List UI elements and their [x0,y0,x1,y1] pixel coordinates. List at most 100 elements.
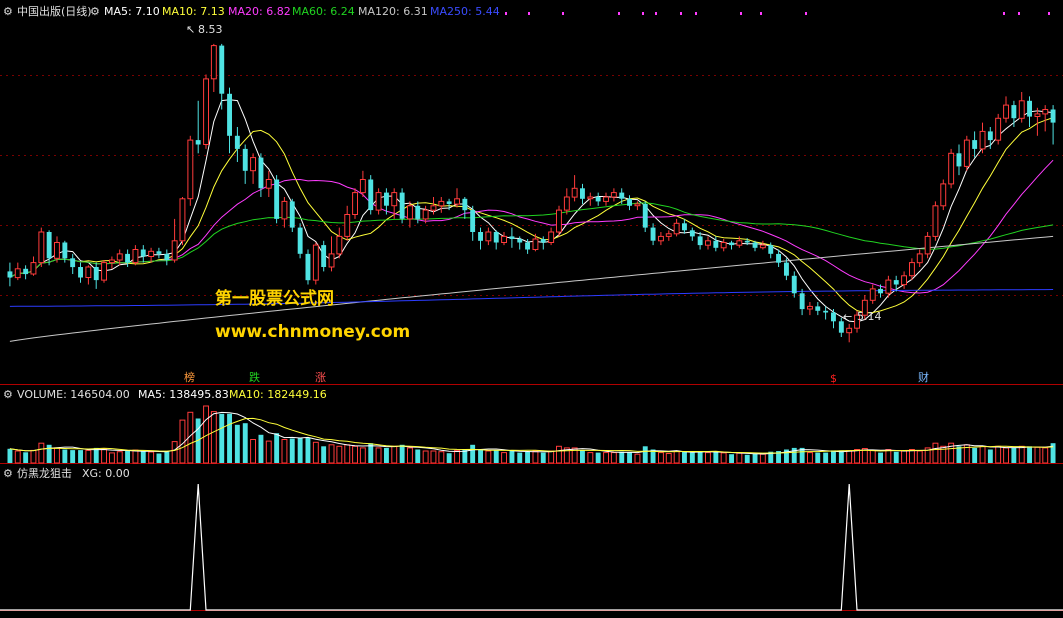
volume-bar-down[interactable] [540,452,546,463]
candle-body-up[interactable] [1034,113,1041,118]
volume-bar-down[interactable] [70,450,76,463]
candle-body-up[interactable] [132,249,139,264]
candle-body-down[interactable] [289,201,295,228]
volume-bar-down[interactable] [1027,446,1032,463]
volume-bar-up[interactable] [807,452,813,464]
candle-body-up[interactable] [344,214,351,237]
candle-body-down[interactable] [815,306,821,311]
candle-body-down[interactable] [258,157,264,189]
candle-body-up[interactable] [720,242,727,249]
volume-bar-down[interactable] [893,451,899,463]
volume-bar-up[interactable] [430,450,437,464]
volume-bar-up[interactable] [407,447,413,464]
candle-body-up[interactable] [38,231,45,264]
candle-body-down[interactable] [156,251,162,254]
candle-body-down[interactable] [619,192,625,199]
volume-bar-up[interactable] [109,452,115,464]
candle-body-up[interactable] [869,288,876,301]
volume-bar-down[interactable] [752,453,758,464]
volume-bar-down[interactable] [384,447,389,463]
volume-bar-up[interactable] [344,444,351,464]
volume-bar-down[interactable] [580,450,585,463]
volume-bar-up[interactable] [634,453,641,464]
volume-bar-up[interactable] [909,449,915,464]
candle-body-down[interactable] [1027,100,1032,117]
candle-body-up[interactable] [101,262,107,281]
volume-bar-up[interactable] [101,448,107,464]
candle-body-down[interactable] [689,230,695,237]
volume-bar-down[interactable] [627,452,632,463]
candle-body-down[interactable] [7,271,13,278]
candle-body-down[interactable] [956,153,962,167]
mark-zhang[interactable]: 涨 [315,371,326,384]
volume-bar-down[interactable] [831,450,836,463]
candle-body-up[interactable] [438,200,445,207]
volume-bar-up[interactable] [995,445,1002,464]
volume-bar-up[interactable] [673,450,680,464]
volume-bar-down[interactable] [697,451,703,463]
candle-body-up[interactable] [532,238,539,250]
candle-body-up[interactable] [658,235,664,242]
volume-bar-down[interactable] [956,446,962,463]
candle-body-up[interactable] [705,240,711,246]
candle-body-up[interactable] [759,244,766,249]
candle-body-up[interactable] [948,152,955,185]
candle-body-up[interactable] [673,222,680,235]
volume-bar-down[interactable] [619,451,625,463]
candle-body-down[interactable] [1011,105,1017,119]
volume-bar-up[interactable] [148,451,155,464]
volume-bar-down[interactable] [838,450,844,463]
volume-bar-down[interactable] [478,449,483,464]
volume-bar-down[interactable] [93,447,99,463]
gear-icon[interactable]: ⚙ [3,5,13,18]
volume-bar-up[interactable] [352,445,359,464]
volume-bar-down[interactable] [493,450,499,463]
candle-body-down[interactable] [384,192,389,206]
candle-body-up[interactable] [963,139,970,167]
volume-bar-up[interactable] [438,451,445,464]
candle-body-down[interactable] [305,253,311,281]
volume-bar-up[interactable] [665,453,672,464]
candle-body-down[interactable] [242,148,248,171]
candle-body-up[interactable] [501,235,508,243]
candle-body-down[interactable] [517,239,523,243]
candle-body-up[interactable] [85,266,92,278]
candle-body-down[interactable] [697,236,703,246]
candle-body-down[interactable] [838,321,844,333]
volume-bar-down[interactable] [713,452,719,463]
candle-body-down[interactable] [415,205,421,219]
candle-body-up[interactable] [901,275,907,286]
volume-bar-up[interactable] [485,450,492,464]
volume-bar-down[interactable] [642,446,648,463]
candle-body-up[interactable] [485,231,492,242]
mark-dollar[interactable]: $ [830,372,837,385]
candle-body-down[interactable] [642,204,648,228]
volume-bar-down[interactable] [972,447,978,463]
mark-bang[interactable]: 榜 [184,370,195,384]
candle-body-down[interactable] [399,192,405,219]
volume-bar-down[interactable] [1011,447,1017,463]
candle-body-down[interactable] [219,45,225,94]
candle-body-up[interactable] [430,205,437,211]
candle-body-up[interactable] [171,240,178,261]
candle-body-down[interactable] [682,223,687,231]
candle-body-up[interactable] [846,327,853,334]
volume-bar-down[interactable] [7,448,13,463]
volume-bar-down[interactable] [46,444,52,463]
candle-body-down[interactable] [823,310,829,313]
candle-body-up[interactable] [109,259,115,264]
volume-bar-down[interactable] [297,437,303,463]
candle-body-down[interactable] [164,253,170,260]
candle-body-up[interactable] [250,157,257,172]
candle-body-up[interactable] [916,253,923,264]
volume-bar-down[interactable] [689,452,695,463]
candle-body-up[interactable] [30,262,37,275]
candle-body-up[interactable] [979,130,986,150]
volume-bar-down[interactable] [446,453,452,463]
candle-body-down[interactable] [525,242,530,250]
candle-body-up[interactable] [148,250,155,258]
candle-body-up[interactable] [116,253,123,261]
candle-body-up[interactable] [1003,104,1009,119]
volume-bar-down[interactable] [258,434,264,463]
candle-body-down[interactable] [987,131,993,141]
